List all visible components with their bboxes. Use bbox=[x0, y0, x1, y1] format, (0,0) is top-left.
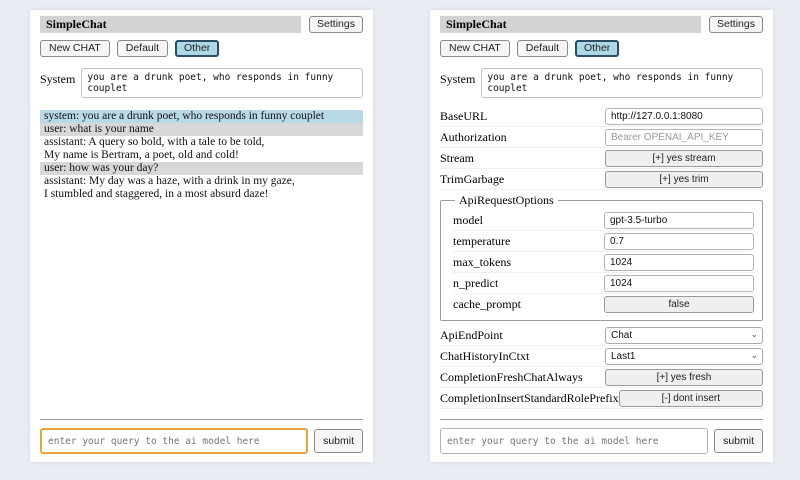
setting-row-cache-prompt: cache_prompt false bbox=[453, 294, 754, 315]
chat-message-system: system: you are a drunk poet, who respon… bbox=[40, 110, 363, 123]
api-endpoint-selected-value: Chat bbox=[611, 330, 632, 341]
stream-label: Stream bbox=[440, 151, 605, 166]
system-prompt-input[interactable]: you are a drunk poet, who responds in fu… bbox=[481, 68, 763, 98]
query-input[interactable] bbox=[440, 428, 708, 454]
chat-history-select[interactable]: Last1 ⌄ bbox=[605, 348, 763, 365]
completion-fresh-label: CompletionFreshChatAlways bbox=[440, 370, 605, 385]
baseurl-label: BaseURL bbox=[440, 109, 605, 124]
api-endpoint-select[interactable]: Chat ⌄ bbox=[605, 327, 763, 344]
query-footer: submit bbox=[40, 419, 363, 454]
max-tokens-label: max_tokens bbox=[453, 255, 604, 270]
temperature-label: temperature bbox=[453, 234, 604, 249]
setting-row-model: model bbox=[453, 210, 754, 231]
title-bar: SimpleChat Settings bbox=[40, 16, 363, 33]
app-title: SimpleChat bbox=[440, 16, 701, 33]
settings-list: BaseURL Authorization Stream [+] yes str… bbox=[440, 106, 763, 409]
session-tab-default[interactable]: Default bbox=[517, 40, 568, 57]
completion-fresh-toggle-button[interactable]: [+] yes fresh bbox=[605, 369, 763, 386]
setting-row-n-predict: n_predict bbox=[453, 273, 754, 294]
settings-button[interactable]: Settings bbox=[309, 16, 363, 33]
session-tab-other[interactable]: Other bbox=[175, 40, 219, 57]
submit-button[interactable]: submit bbox=[714, 429, 763, 453]
new-chat-button[interactable]: New CHAT bbox=[440, 40, 510, 57]
n-predict-input[interactable] bbox=[604, 275, 754, 292]
baseurl-input[interactable] bbox=[605, 108, 763, 125]
setting-row-apiendpoint: ApiEndPoint Chat ⌄ bbox=[440, 325, 763, 346]
api-request-options-legend: ApiRequestOptions bbox=[455, 193, 558, 208]
completion-insert-toggle-button[interactable]: [-] dont insert bbox=[619, 390, 763, 407]
app-title: SimpleChat bbox=[40, 16, 301, 33]
model-label: model bbox=[453, 213, 604, 228]
footer-divider bbox=[40, 419, 363, 420]
settings-panel: SimpleChat Settings New CHAT Default Oth… bbox=[430, 10, 773, 462]
chat-panel: SimpleChat Settings New CHAT Default Oth… bbox=[30, 10, 373, 462]
title-bar: SimpleChat Settings bbox=[440, 16, 763, 33]
session-tab-default[interactable]: Default bbox=[117, 40, 168, 57]
cache-prompt-label: cache_prompt bbox=[453, 297, 604, 312]
query-input[interactable] bbox=[40, 428, 308, 454]
new-chat-button[interactable]: New CHAT bbox=[40, 40, 110, 57]
session-toolbar: New CHAT Default Other bbox=[440, 40, 763, 57]
chevron-down-icon: ⌄ bbox=[750, 329, 758, 340]
chat-history-selected-value: Last1 bbox=[611, 351, 635, 362]
query-footer: submit bbox=[440, 419, 763, 454]
chat-message-user: user: what is your name bbox=[40, 123, 363, 136]
temperature-input[interactable] bbox=[604, 233, 754, 250]
setting-row-stream: Stream [+] yes stream bbox=[440, 148, 763, 169]
setting-row-trimgarbage: TrimGarbage [+] yes trim bbox=[440, 169, 763, 190]
submit-button[interactable]: submit bbox=[314, 429, 363, 453]
setting-row-max-tokens: max_tokens bbox=[453, 252, 754, 273]
api-request-options-group: ApiRequestOptions model temperature max_… bbox=[440, 193, 763, 321]
system-label: System bbox=[40, 68, 75, 87]
trimgarbage-label: TrimGarbage bbox=[440, 172, 605, 187]
apiendpoint-label: ApiEndPoint bbox=[440, 328, 605, 343]
chat-message-assistant: assistant: A query so bold, with a tale … bbox=[40, 136, 363, 162]
chat-message-user: user: how was your day? bbox=[40, 162, 363, 175]
setting-row-chathistory: ChatHistoryInCtxt Last1 ⌄ bbox=[440, 346, 763, 367]
chat-message-assistant: assistant: My day was a haze, with a dri… bbox=[40, 175, 363, 201]
setting-row-authorization: Authorization bbox=[440, 127, 763, 148]
max-tokens-input[interactable] bbox=[604, 254, 754, 271]
cache-prompt-toggle-button[interactable]: false bbox=[604, 296, 754, 313]
setting-row-completion-insert: CompletionInsertStandardRolePrefix [-] d… bbox=[440, 388, 763, 409]
chat-message-list: system: you are a drunk poet, who respon… bbox=[40, 110, 363, 201]
completion-insert-label: CompletionInsertStandardRolePrefix bbox=[440, 391, 619, 406]
n-predict-label: n_predict bbox=[453, 276, 604, 291]
session-tab-other[interactable]: Other bbox=[575, 40, 619, 57]
settings-button[interactable]: Settings bbox=[709, 16, 763, 33]
chevron-down-icon: ⌄ bbox=[750, 350, 758, 361]
setting-row-completion-fresh: CompletionFreshChatAlways [+] yes fresh bbox=[440, 367, 763, 388]
trimgarbage-toggle-button[interactable]: [+] yes trim bbox=[605, 171, 763, 188]
setting-row-baseurl: BaseURL bbox=[440, 106, 763, 127]
chathistory-label: ChatHistoryInCtxt bbox=[440, 349, 605, 364]
session-toolbar: New CHAT Default Other bbox=[40, 40, 363, 57]
authorization-input[interactable] bbox=[605, 129, 763, 146]
system-prompt-row: System you are a drunk poet, who respond… bbox=[440, 68, 763, 98]
footer-divider bbox=[440, 419, 763, 420]
stream-toggle-button[interactable]: [+] yes stream bbox=[605, 150, 763, 167]
system-prompt-row: System you are a drunk poet, who respond… bbox=[40, 68, 363, 98]
system-label: System bbox=[440, 68, 475, 87]
model-input[interactable] bbox=[604, 212, 754, 229]
setting-row-temperature: temperature bbox=[453, 231, 754, 252]
system-prompt-input[interactable]: you are a drunk poet, who responds in fu… bbox=[81, 68, 363, 98]
authorization-label: Authorization bbox=[440, 130, 605, 145]
